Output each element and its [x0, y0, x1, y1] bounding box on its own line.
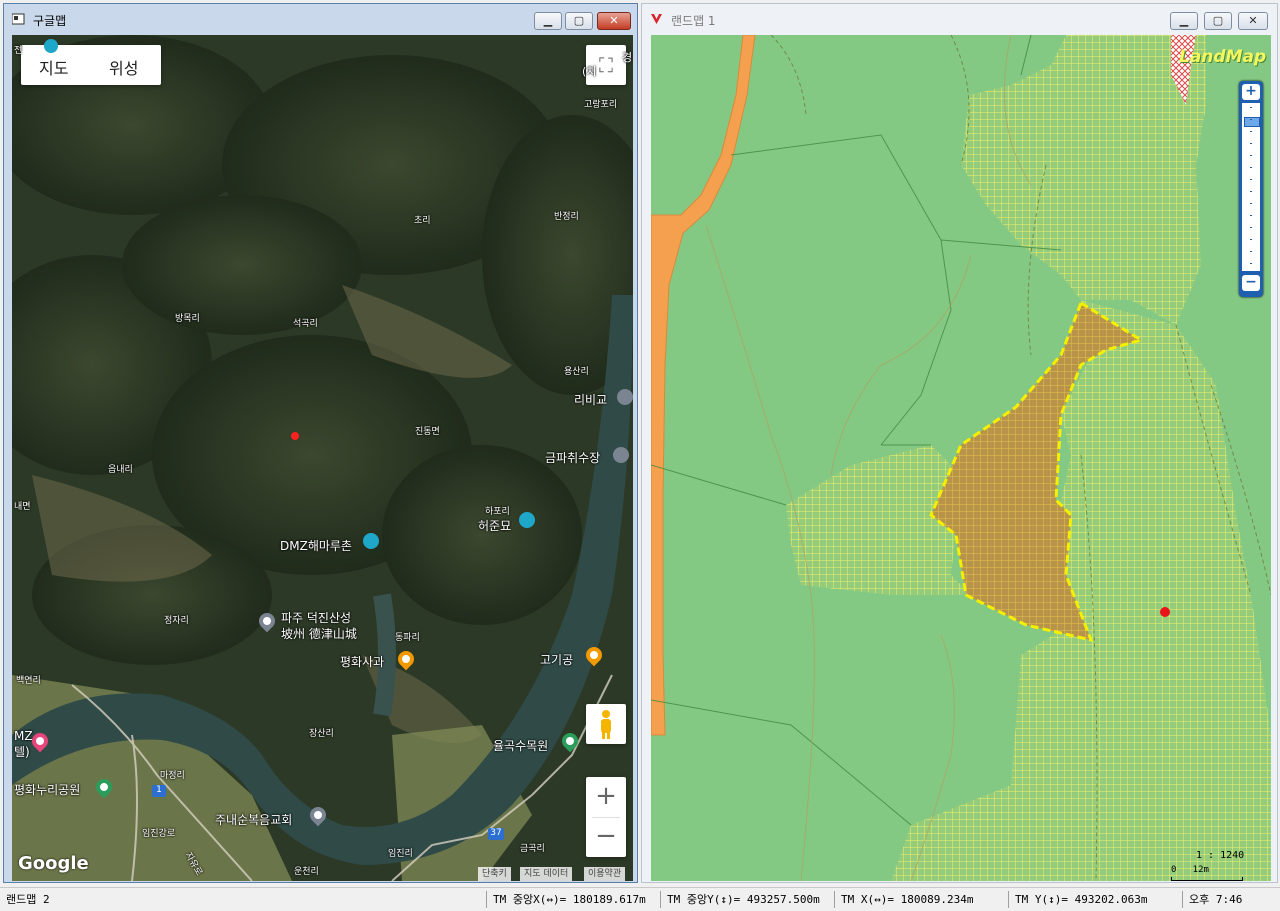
cadastral-layer: [651, 35, 1271, 881]
place-label: 진동면: [415, 427, 440, 437]
poi-label[interactable]: 허준묘: [478, 517, 511, 534]
poi-label[interactable]: 리비교: [574, 391, 607, 408]
place-label: 백연리: [16, 676, 41, 686]
road-label: 임진강로: [142, 829, 176, 839]
google-map-window: 구글맵 ▁ ▢ ✕ 지도 위성 ⛶ + − Google 단축키 지도 데이터 …: [3, 3, 638, 883]
zoom-in-button[interactable]: +: [586, 777, 626, 817]
place-label: 방목리: [175, 314, 200, 324]
map-type-control: 지도 위성: [21, 45, 161, 85]
status-tm-center-y: TM 중앙Y(↕)= 493257.500m: [660, 891, 820, 908]
zoom-track[interactable]: [1242, 103, 1260, 271]
landmark-icon[interactable]: [613, 447, 629, 463]
poi-label[interactable]: 율곡수목원: [493, 737, 548, 754]
poi-label[interactable]: 고기공: [540, 651, 573, 668]
status-tm-x: TM X(↔)= 180089.234m: [834, 891, 973, 908]
poi-label[interactable]: 파주 덕진산성: [281, 609, 351, 626]
place-label: 초리: [414, 216, 431, 226]
landmap-window: 랜드맵 1 ▁ ▢ ✕ LandMap + − 1: 1240 0 12m: [641, 3, 1278, 883]
satellite-imagery: [12, 35, 633, 881]
poi-label[interactable]: MZ: [14, 729, 33, 743]
scale-ratio: 1 : 1240: [1196, 850, 1245, 861]
zoom-slider[interactable]: + −: [1239, 81, 1263, 297]
maximize-button[interactable]: ▢: [565, 12, 593, 30]
poi-label[interactable]: DMZ해마루촌: [280, 537, 352, 554]
place-label: 금곡리: [520, 844, 545, 854]
place-label: 내면: [14, 502, 31, 512]
landmark-icon[interactable]: [617, 389, 633, 405]
place-label: 용산리: [564, 367, 589, 377]
scale-bar-label: 0 12m: [1171, 865, 1209, 875]
zoom-ticks: [1250, 107, 1252, 267]
place-label: 마정리: [160, 771, 185, 781]
route-shield: 1: [152, 785, 166, 797]
status-tm-center-x: TM 중앙X(↔)= 180189.617m: [486, 891, 646, 908]
pegman-icon: [601, 710, 611, 739]
poi-icon: [44, 39, 58, 53]
place-label: 고랑포리: [584, 100, 618, 110]
google-titlebar[interactable]: 구글맵 ▁ ▢ ✕: [4, 4, 637, 34]
place-label: 임진리: [388, 849, 413, 859]
place-label: (치: [582, 65, 597, 78]
minimize-button[interactable]: ▁: [534, 12, 562, 30]
place-label: 석곡리: [293, 319, 318, 329]
google-logo: Google: [18, 853, 89, 874]
place-label: 전: [14, 46, 23, 56]
maximize-button[interactable]: ▢: [1204, 12, 1232, 30]
close-button[interactable]: ✕: [597, 12, 631, 30]
poi-label: 坡州 德津山城: [281, 627, 357, 641]
scale-bar: [1171, 877, 1243, 881]
landmap-app-icon: [651, 14, 662, 24]
zoom-out-button[interactable]: −: [586, 818, 626, 857]
minimize-button[interactable]: ▁: [1170, 12, 1198, 30]
place-label: 경: [622, 51, 633, 64]
window-title: 랜드맵 1: [671, 14, 716, 28]
landmark-icon[interactable]: [519, 512, 535, 528]
place-label: 하포리: [485, 507, 510, 517]
fullscreen-icon: ⛶: [599, 53, 613, 77]
zoom-out-button[interactable]: −: [1242, 275, 1260, 291]
place-label: 정자리: [164, 616, 189, 626]
satellite-map[interactable]: 지도 위성 ⛶ + − Google 단축키 지도 데이터 이용약관 전 경 (…: [12, 35, 633, 881]
close-button[interactable]: ✕: [1238, 12, 1268, 30]
place-label: 장산리: [309, 729, 334, 739]
status-tm-y: TM Y(↕)= 493202.063m: [1008, 891, 1147, 908]
map-data-link[interactable]: 지도 데이터: [520, 867, 573, 881]
place-label: 운천리: [294, 867, 319, 877]
terms-link[interactable]: 이용약관: [584, 867, 626, 881]
location-marker: [291, 432, 299, 440]
poi-label[interactable]: 평화누리공원: [14, 781, 80, 798]
status-app: 랜드맵 2: [6, 893, 50, 906]
route-shield: 37: [488, 828, 504, 840]
map-type-satellite-tab[interactable]: 위성: [109, 55, 138, 79]
window-app-icon: [12, 13, 25, 25]
status-clock: 오후 7:46: [1182, 891, 1242, 908]
shortcuts-link[interactable]: 단축키: [478, 867, 511, 881]
street-view-pegman[interactable]: [586, 704, 626, 744]
place-label: 반정리: [554, 212, 579, 222]
status-bar: 랜드맵 2 TM 중앙X(↔)= 180189.617m TM 중앙Y(↕)= …: [0, 887, 1280, 911]
place-label: 동파리: [395, 633, 420, 643]
poi-label[interactable]: 평화사과: [340, 653, 384, 670]
poi-label[interactable]: 금파취수장: [545, 449, 600, 466]
zoom-in-button[interactable]: +: [1242, 84, 1260, 100]
window-title: 구글맵: [33, 14, 67, 28]
place-label: 읍내리: [108, 465, 133, 475]
poi-label: 텔): [14, 745, 30, 759]
zoom-control: + −: [586, 777, 626, 857]
landmap-logo: LandMap: [1179, 47, 1267, 67]
cadastral-map[interactable]: LandMap + − 1 : 1240 0 12m: [651, 35, 1271, 881]
location-marker: [1160, 607, 1170, 617]
zoom-thumb[interactable]: [1244, 117, 1260, 127]
camera-icon[interactable]: [363, 533, 379, 549]
map-type-map-tab[interactable]: 지도: [39, 55, 68, 79]
poi-label[interactable]: 주내순복음교회: [215, 811, 292, 828]
landmap-titlebar[interactable]: 랜드맵 1 ▁ ▢ ✕: [642, 4, 1277, 34]
